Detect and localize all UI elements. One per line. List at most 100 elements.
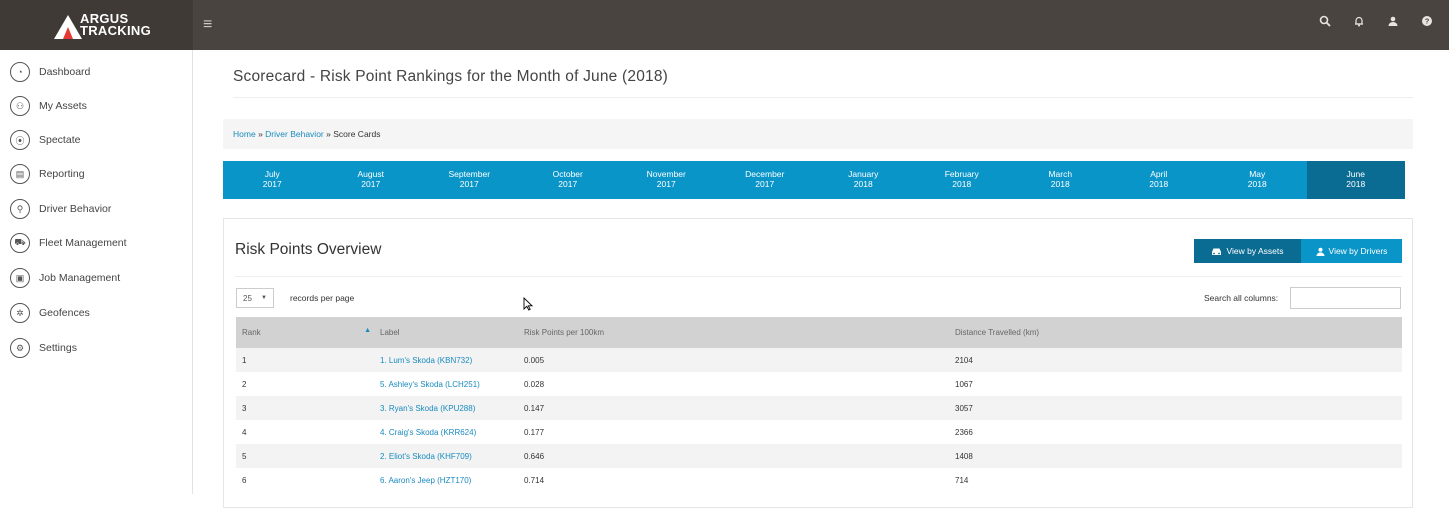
table-row: 5 2. Eliot's Skoda (KHF709) 0.646 1408 [236, 444, 1402, 468]
logo-line2: TRACKING [80, 23, 152, 38]
page-size-value: 25 [243, 293, 252, 303]
records-per-page-label: records per page [290, 293, 355, 303]
logo-text: ARGUS TRACKING [80, 12, 152, 38]
sidebar-item-label: Geofences [39, 307, 90, 319]
sidebar-item-label: Fleet Management [39, 237, 127, 249]
bell-icon[interactable] [1351, 15, 1367, 31]
asset-link[interactable]: 2. Eliot's Skoda (KHF709) [380, 452, 472, 461]
user-icon[interactable] [1385, 15, 1401, 31]
cell-risk: 0.147 [524, 403, 545, 413]
sidebar-item-label: Job Management [39, 272, 121, 284]
map-pin-icon: ⦿ [10, 130, 30, 150]
tab-month-march-2018[interactable]: March 2018 [1011, 161, 1110, 199]
title-divider [233, 97, 1413, 98]
cell-rank: 6 [242, 475, 247, 485]
column-header-rank[interactable]: Rank ▲ [236, 327, 376, 337]
tab-month-september-2017[interactable]: September 2017 [420, 161, 519, 199]
tab-year: 2017 [558, 179, 578, 189]
briefcase-icon: ▣ [10, 268, 30, 288]
logo[interactable]: ARGUS TRACKING [0, 0, 193, 50]
cell-rank: 3 [242, 403, 247, 413]
page-size-select[interactable]: 25 ▼ [236, 288, 274, 308]
sidebar-item-label: Dashboard [39, 66, 91, 78]
sidebar-item-settings[interactable]: ⚙ Settings [10, 336, 77, 360]
tab-month-april-2018[interactable]: April 2018 [1110, 161, 1209, 199]
month-tabs: July 2017 August 2017 September 2017 Octobe… [223, 161, 1405, 199]
tab-month: October [552, 169, 583, 179]
tab-month-october-2017[interactable]: October 2017 [519, 161, 618, 199]
sidebar-item-label: Driver Behavior [39, 203, 112, 215]
table-row: 1 1. Lum's Skoda (KBN732) 0.005 2104 [236, 348, 1402, 372]
speedometer-icon: ◔ [10, 62, 30, 82]
cell-distance: 1408 [955, 451, 973, 461]
driver-icon: ⚲ [10, 199, 30, 219]
tab-month-november-2017[interactable]: November 2017 [617, 161, 716, 199]
sidebar-item-geofences[interactable]: ✲ Geofences [10, 301, 90, 325]
tab-year: 2018 [853, 179, 873, 189]
chevron-down-icon: ▼ [261, 295, 267, 301]
tab-month-august-2017[interactable]: August 2017 [322, 161, 421, 199]
sidebar-item-my-assets[interactable]: ⚇ My Assets [10, 94, 87, 118]
cell-distance: 2366 [955, 427, 973, 437]
tab-month-february-2018[interactable]: February 2018 [913, 161, 1012, 199]
view-by-assets-button[interactable]: View by Assets [1194, 239, 1301, 263]
help-icon[interactable]: ? [1419, 15, 1435, 31]
column-header-distance[interactable]: Distance Travelled (km) [953, 328, 1402, 337]
tab-year: 2017 [656, 179, 676, 189]
tab-month-july-2017[interactable]: July 2017 [223, 161, 322, 199]
sidebar-item-driver-behavior[interactable]: ⚲ Driver Behavior [10, 197, 111, 221]
cell-risk: 0.005 [524, 355, 545, 365]
sidebar-item-label: Reporting [39, 168, 85, 180]
sort-asc-icon: ▲ [364, 327, 371, 334]
breadcrumb-home-link[interactable]: Home [233, 129, 256, 139]
tab-year: 2018 [1247, 179, 1267, 189]
cell-rank: 4 [242, 427, 247, 437]
risk-points-panel: Risk Points Overview View by Assets View… [223, 218, 1413, 508]
search-icon[interactable] [1317, 15, 1333, 31]
tab-month: June [1346, 169, 1365, 179]
tab-year: 2018 [1050, 179, 1070, 189]
sidebar-item-spectate[interactable]: ⦿ Spectate [10, 128, 80, 152]
view-by-drivers-label: View by Drivers [1328, 246, 1388, 256]
assets-icon: ⚇ [10, 96, 30, 116]
sidebar-item-fleet-management[interactable]: ⛟ Fleet Management [10, 231, 127, 255]
tab-month: July [264, 169, 280, 179]
risk-table: Rank ▲ Label Risk Points per 100km Distan… [236, 317, 1402, 492]
column-header-label[interactable]: Label [376, 328, 521, 337]
tab-month-january-2018[interactable]: January 2018 [814, 161, 913, 199]
geofence-icon: ✲ [10, 303, 30, 323]
sidebar-item-dashboard[interactable]: ◔ Dashboard [10, 60, 90, 84]
tab-month: August [357, 169, 384, 179]
cell-risk: 0.646 [524, 451, 545, 461]
column-header-risk-points[interactable]: Risk Points per 100km [521, 328, 953, 337]
car-icon [1212, 248, 1222, 255]
tab-year: 2017 [262, 179, 282, 189]
asset-link[interactable]: 5. Ashley's Skoda (LCH251) [380, 380, 480, 389]
cell-rank: 1 [242, 355, 247, 365]
table-row: 2 5. Ashley's Skoda (LCH251) 0.028 1067 [236, 372, 1402, 396]
asset-link[interactable]: 4. Craig's Skoda (KRR624) [380, 428, 476, 437]
view-by-drivers-button[interactable]: View by Drivers [1301, 239, 1402, 263]
table-row: 4 4. Craig's Skoda (KRR624) 0.177 2366 [236, 420, 1402, 444]
cell-rank: 5 [242, 451, 247, 461]
cell-distance: 3057 [955, 403, 973, 413]
tab-month-june-2018[interactable]: June 2018 [1306, 161, 1405, 199]
table-header-row: Rank ▲ Label Risk Points per 100km Distan… [236, 317, 1402, 348]
tab-month-may-2018[interactable]: May 2018 [1208, 161, 1307, 199]
search-input[interactable] [1290, 287, 1401, 309]
tab-month-december-2017[interactable]: December 2017 [716, 161, 815, 199]
tab-year: 2018 [952, 179, 972, 189]
sidebar-item-reporting[interactable]: ▤ Reporting [10, 162, 85, 186]
asset-link[interactable]: 3. Ryan's Skoda (KPU288) [380, 404, 475, 413]
asset-link[interactable]: 6. Aaron's Jeep (HZT170) [380, 476, 471, 485]
hamburger-icon[interactable]: ≡ [203, 16, 212, 34]
asset-link[interactable]: 1. Lum's Skoda (KBN732) [380, 356, 472, 365]
tab-month: March [1048, 169, 1073, 179]
sidebar-item-job-management[interactable]: ▣ Job Management [10, 266, 120, 290]
tab-month: January [848, 169, 879, 179]
breadcrumb-driver-behavior-link[interactable]: Driver Behavior [265, 129, 324, 139]
cell-distance: 714 [955, 475, 969, 485]
breadcrumb-separator: » [258, 129, 263, 139]
breadcrumb: Home » Driver Behavior » Score Cards [223, 119, 1413, 149]
tab-month: September [448, 169, 491, 179]
